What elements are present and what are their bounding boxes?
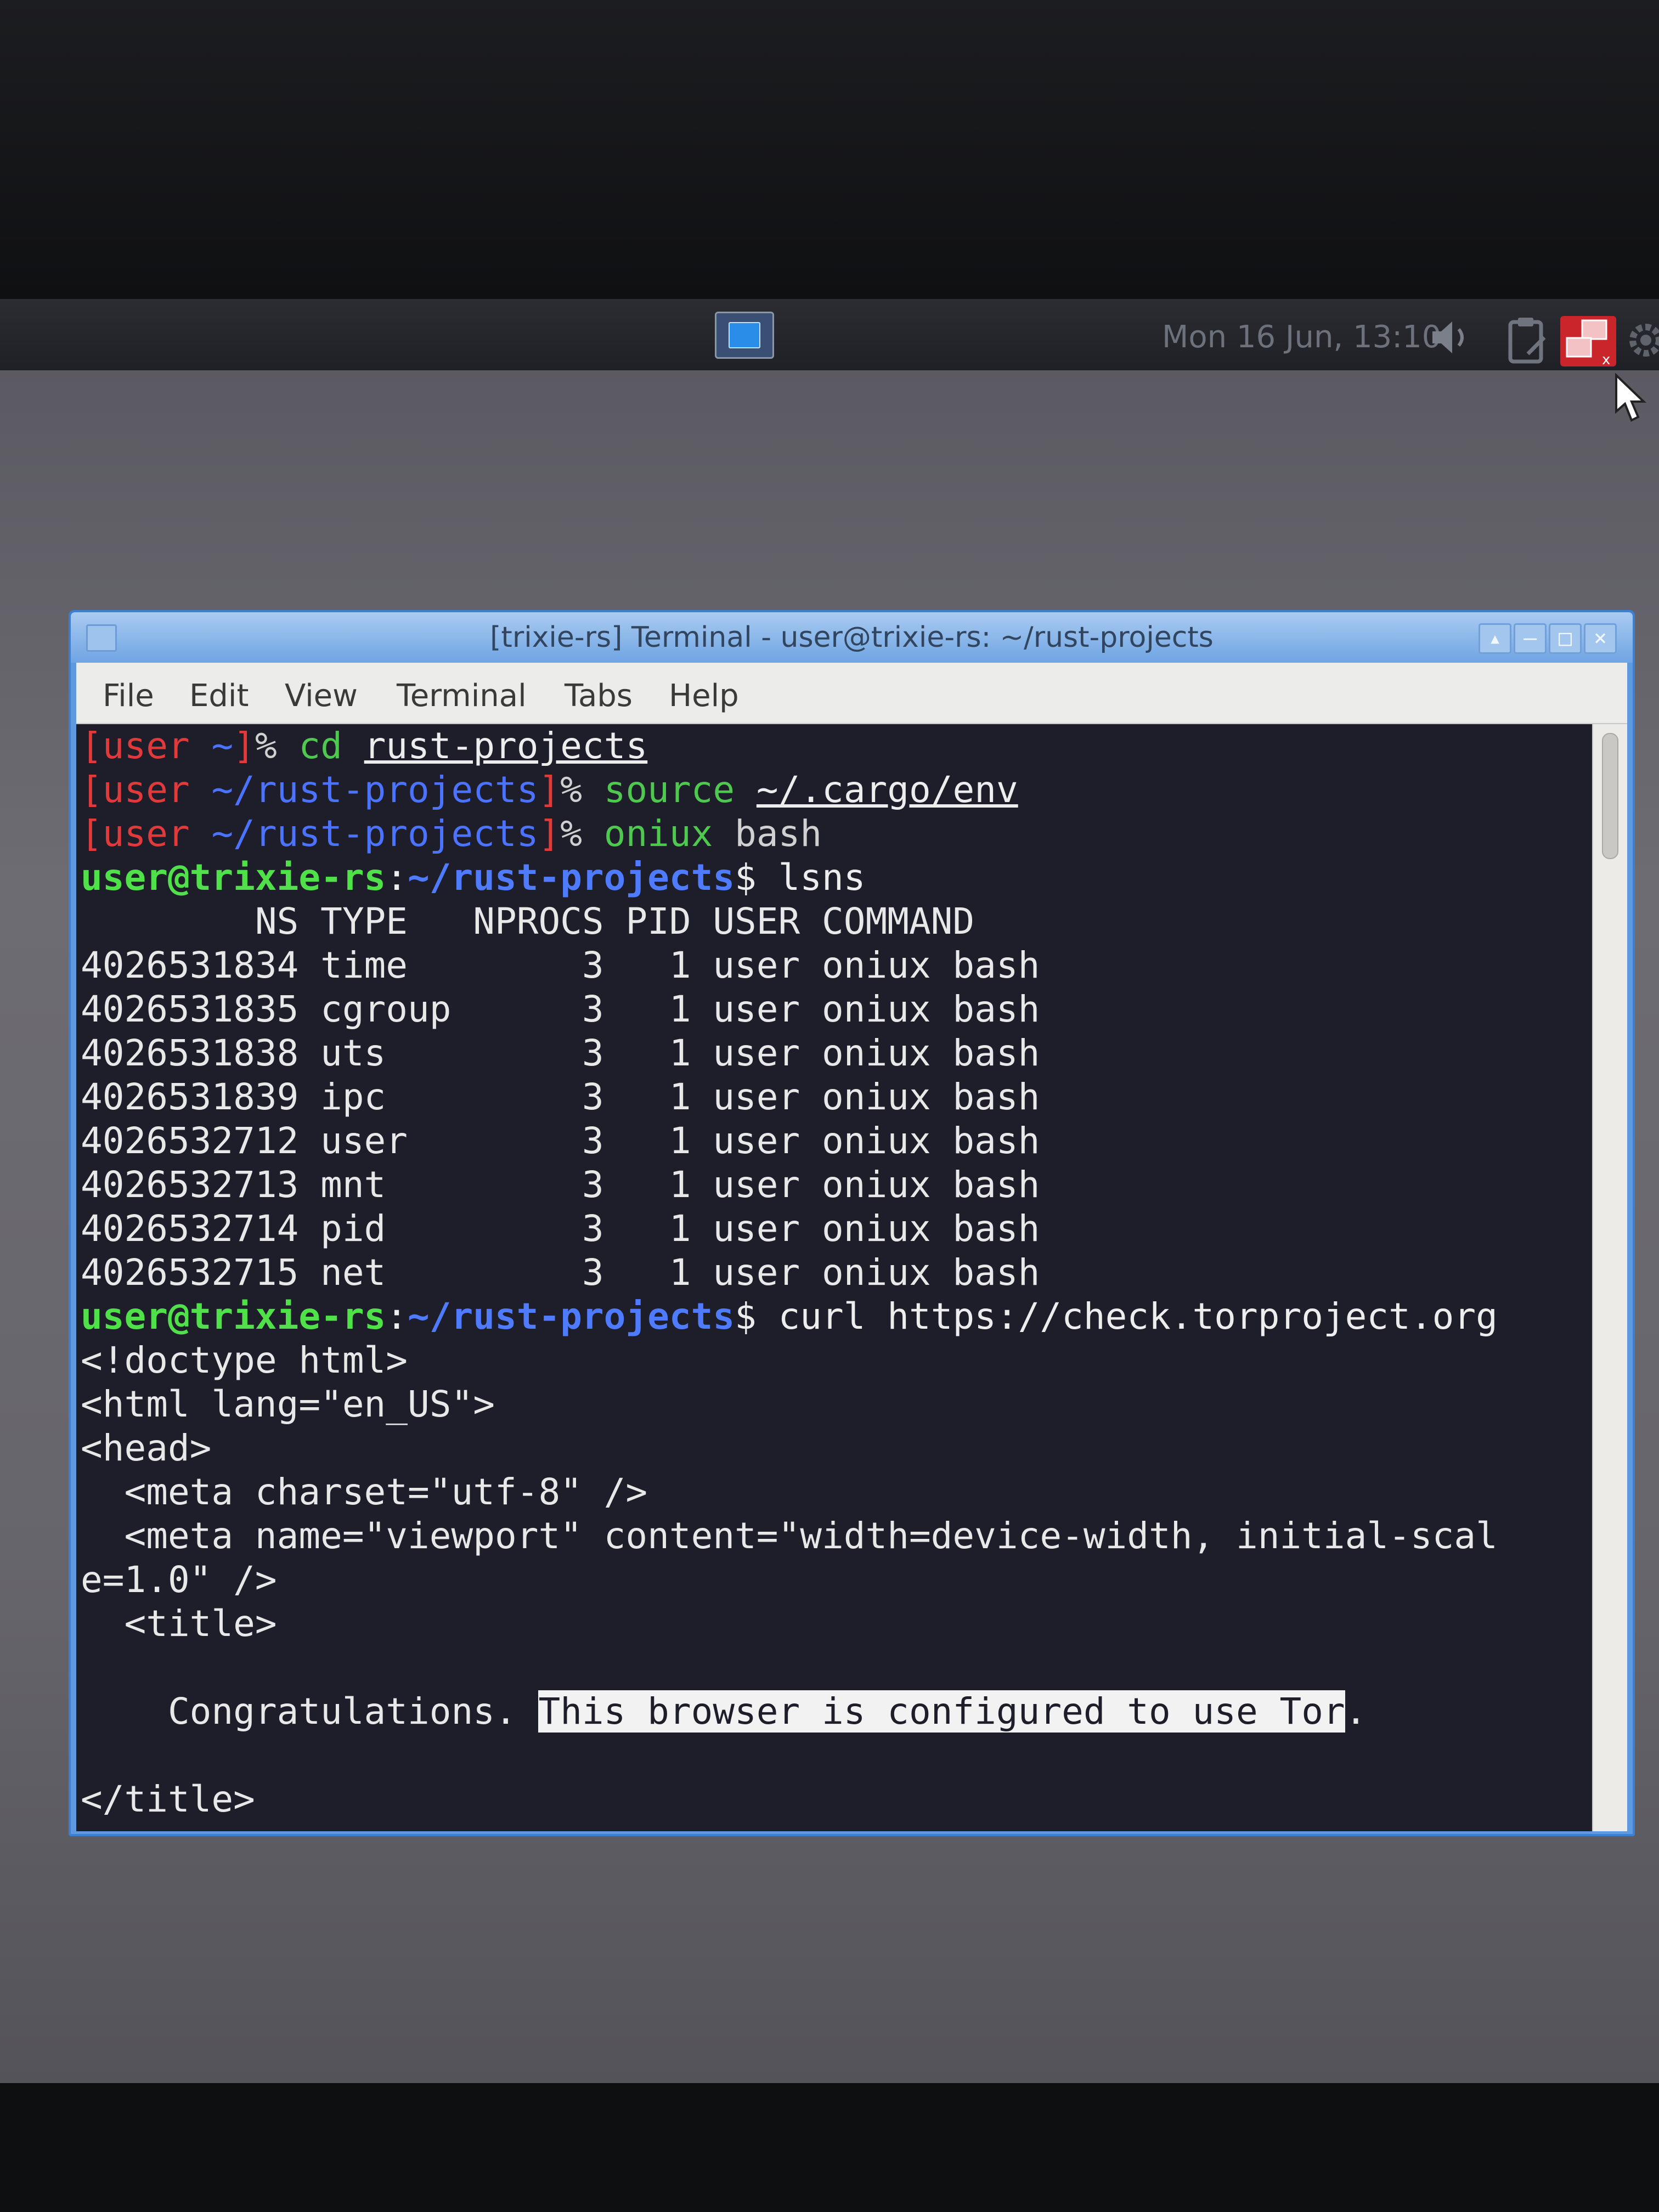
terminal-output[interactable]: [user ~]% cd rust-projects [user ~/rust-… — [76, 724, 1592, 1831]
congratulations-line: Congratulations. This browser is configu… — [81, 1690, 1367, 1733]
lsns-row: 4026532713 mnt 3 1 user oniux bash — [81, 1164, 1040, 1206]
menu-terminal[interactable]: Terminal — [397, 678, 527, 714]
menubar: File Edit View Terminal Tabs Help — [76, 663, 1627, 724]
window-title: [trixie-rs] Terminal - user@trixie-rs: ~… — [490, 621, 1214, 654]
lsns-row: 4026531838 uts 3 1 user oniux bash — [81, 1032, 1040, 1074]
lsns-header: NS TYPE NPROCS PID USER COMMAND — [81, 900, 975, 943]
terminal-scrollbar[interactable] — [1592, 724, 1627, 1831]
lsns-row: 4026531834 time 3 1 user oniux bash — [81, 944, 1040, 986]
maximize-button[interactable]: □ — [1549, 623, 1582, 654]
menu-help[interactable]: Help — [669, 678, 739, 714]
scrollbar-thumb[interactable] — [1602, 733, 1618, 859]
html-output-line: </title> — [81, 1778, 255, 1820]
settings-gear-icon[interactable] — [1624, 318, 1659, 362]
html-output-line: e=1.0" /> — [81, 1559, 277, 1601]
minimize-button[interactable]: – — [1514, 623, 1547, 654]
panel-clock[interactable]: Mon 16 Jun, 13:10 — [1162, 319, 1441, 355]
terminal-line: [user ~/rust-projects]% oniux bash — [81, 812, 822, 855]
terminal-app-icon — [729, 322, 760, 348]
selected-text: This browser is configured to use Tor — [538, 1690, 1345, 1733]
lsns-row: 4026531839 ipc 3 1 user oniux bash — [81, 1076, 1040, 1118]
menu-view[interactable]: View — [285, 678, 358, 714]
volume-icon[interactable] — [1429, 318, 1473, 357]
terminal-taskbar-button[interactable] — [715, 312, 774, 359]
terminal-line: user@trixie-rs:~/rust-projects$ lsns — [81, 856, 866, 899]
terminal-line: [user ~]% cd rust-projects — [81, 725, 648, 767]
menu-file[interactable]: File — [103, 678, 154, 714]
clipboard-icon[interactable] — [1506, 315, 1550, 365]
html-output-line: <meta name="viewport" content="width=dev… — [81, 1515, 1498, 1557]
terminal-line: [user ~/rust-projects]% source ~/.cargo/… — [81, 769, 1018, 811]
html-output-line: <title> — [81, 1602, 277, 1645]
close-button[interactable]: × — [1584, 623, 1617, 654]
html-output-line: <!doctype html> — [81, 1339, 408, 1381]
menu-tabs[interactable]: Tabs — [565, 678, 633, 714]
network-disconnected-icon[interactable]: x — [1558, 314, 1618, 369]
shade-button[interactable]: ▴ — [1479, 623, 1511, 654]
html-output-line: <meta charset="utf-8" /> — [81, 1471, 648, 1513]
html-output-line: <head> — [81, 1427, 212, 1469]
mouse-cursor-icon — [1615, 373, 1646, 422]
html-output-line: <html lang="en_US"> — [81, 1383, 495, 1425]
lsns-row: 4026532714 pid 3 1 user oniux bash — [81, 1207, 1040, 1250]
monitor-bezel-top — [0, 0, 1659, 299]
window-titlebar[interactable]: [trixie-rs] Terminal - user@trixie-rs: ~… — [71, 612, 1633, 663]
lsns-row: 4026531835 cgroup 3 1 user oniux bash — [81, 988, 1040, 1030]
terminal-line: user@trixie-rs:~/rust-projects$ curl htt… — [81, 1295, 1498, 1338]
monitor-bezel-bottom — [0, 2083, 1659, 2212]
menu-edit[interactable]: Edit — [189, 678, 249, 714]
lsns-row: 4026532715 net 3 1 user oniux bash — [81, 1251, 1040, 1294]
svg-text:x: x — [1602, 352, 1610, 368]
terminal-window[interactable]: [trixie-rs] Terminal - user@trixie-rs: ~… — [69, 610, 1635, 1836]
lsns-row: 4026532712 user 3 1 user oniux bash — [81, 1120, 1040, 1162]
